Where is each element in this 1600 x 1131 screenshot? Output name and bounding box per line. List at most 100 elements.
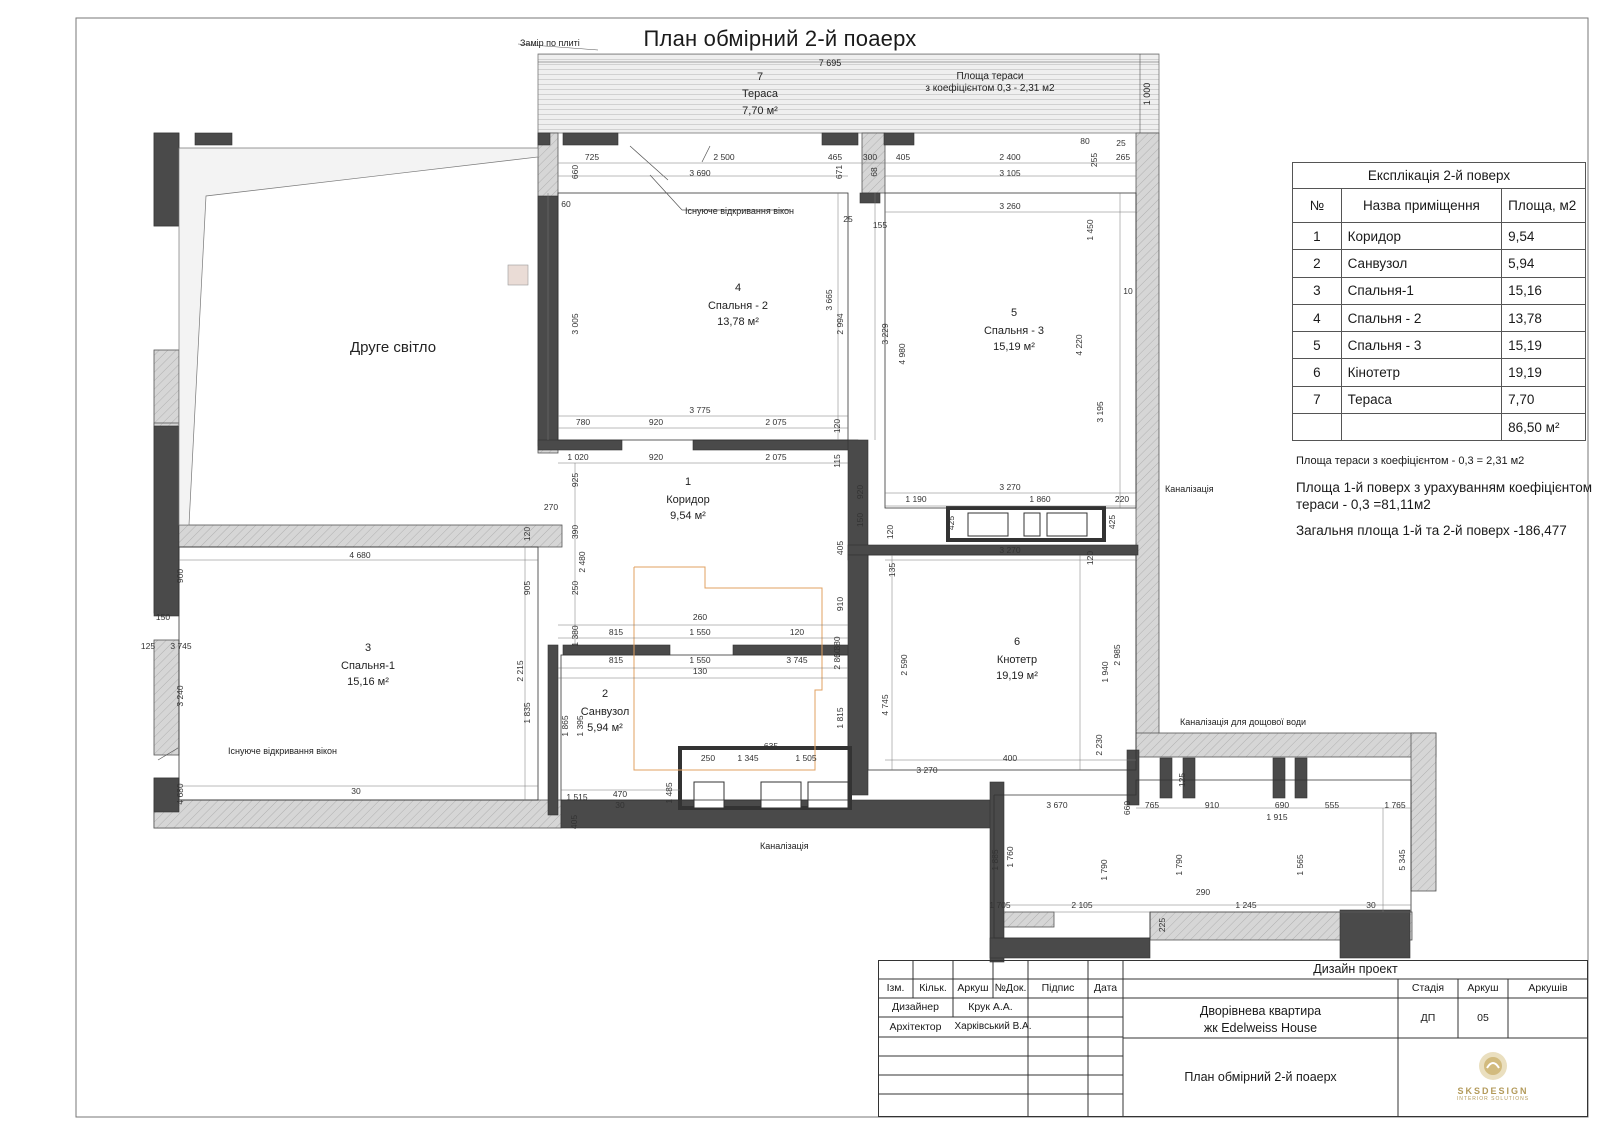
terrace-name: Тераса (742, 88, 779, 100)
dimension-label: 3 229 (880, 323, 890, 345)
dimension-label: 1 790 (1099, 859, 1109, 881)
dimension-label: 4 680 (175, 783, 185, 805)
dimension-label: 3 270 (916, 765, 938, 775)
dimension-label: 920 (649, 452, 663, 462)
table-cell: Кінотетр (1340, 358, 1503, 387)
dimension-label: 780 (576, 417, 590, 427)
dimension-label: 425 (1107, 515, 1117, 529)
dimension-label: 815 (609, 655, 623, 665)
dimension-label: 405 (896, 152, 910, 162)
drawing-sheet: Замір по плиті 7 695 7 Тераса 7,70 м² Пл… (0, 0, 1600, 1131)
dimension-label: 155 (873, 220, 887, 230)
room-number: 1 (685, 476, 691, 488)
dimension-label: 425 (946, 516, 956, 530)
table-cell: 2 (1292, 249, 1342, 278)
dimension-label: 30 (351, 786, 361, 796)
table-row: 6 Кінотетр 19,19 (1292, 358, 1586, 387)
dimension-label: 1 790 (1174, 854, 1184, 876)
table-cell (1340, 413, 1503, 442)
dimension-label: 405 (569, 815, 579, 829)
room-name: Спальня-1 (341, 660, 395, 672)
table-cell: 5,94 (1501, 249, 1586, 278)
room-name: Кнотетр (997, 654, 1037, 666)
table-cell: 7,70 (1501, 385, 1586, 415)
dimension-label: 125 (1177, 773, 1187, 787)
dimension-label: 900 (175, 569, 185, 583)
table-cell: 3 (1292, 276, 1342, 305)
room-name: Санвузол (581, 706, 630, 718)
dimension-label: 465 (828, 152, 842, 162)
dimension-label: 1 550 (689, 655, 711, 665)
room-number: 4 (735, 282, 741, 294)
table-cell: 6 (1292, 358, 1342, 387)
terrace-coef-line1: Площа тераси (956, 71, 1023, 82)
table-total-row: 86,50 м² (1292, 413, 1586, 442)
sewer-label-2: Каналізація (760, 841, 809, 851)
dimension-label: 1 020 (567, 452, 589, 462)
table-cell: 9,54 (1501, 221, 1586, 251)
table-cell: Тераса (1340, 385, 1503, 415)
dimension-label: 30 (1366, 900, 1376, 910)
stage-value: ДП (1420, 1012, 1436, 1024)
col-number-header: № (1292, 188, 1342, 223)
stamp-col-pidpys: Підпис (1041, 982, 1075, 994)
dimension-label: 3 270 (999, 545, 1021, 555)
dimension-label: 765 (1145, 800, 1159, 810)
window-opening-label-1: Існуюче відкривання вікон (685, 206, 794, 216)
table-cell: 13,78 (1501, 303, 1586, 333)
dimension-label: 1 765 (1384, 800, 1406, 810)
dimension-label: 25 (1116, 138, 1126, 148)
dimension-label: 1 705 (989, 900, 1011, 910)
dimension-label: 1 835 (522, 702, 532, 724)
walls-dark (153, 132, 1411, 963)
drawing-name: План обмірний 2-й поаерх (1184, 1070, 1337, 1084)
stamp-col-kilk: Кільк. (919, 982, 947, 994)
dimension-label: 1 915 (1266, 812, 1288, 822)
architect-name: Харківський В.А. (954, 1021, 1032, 1032)
dimension-label: 2 860 (832, 648, 842, 670)
dimension-label: 1 395 (575, 715, 585, 737)
col-name-header: Назва приміщення (1340, 188, 1503, 223)
dimension-label: 1 940 (1100, 661, 1110, 683)
table-cell: Санвузол (1340, 249, 1503, 278)
stamp-col-data: Дата (1093, 982, 1118, 994)
dimension-label: 910 (1205, 800, 1219, 810)
dimension-label: 265 (1116, 152, 1130, 162)
window-opening-label-2: Існуюче відкривання вікон (228, 746, 337, 756)
dimension-label: 120 (832, 419, 842, 433)
dimension-label: 80 (1080, 136, 1090, 146)
stage-label: Стадія (1411, 982, 1445, 994)
dimension-label: 1 485 (664, 782, 674, 804)
dimension-label: 3 260 (999, 201, 1021, 211)
dimension-label: 1 550 (689, 627, 711, 637)
table-row: 5 Спальня - 3 15,19 (1292, 331, 1586, 360)
table-cell: 4 (1292, 303, 1342, 333)
dimension-label: 3 270 (999, 482, 1021, 492)
table-cell: 15,16 (1501, 276, 1586, 305)
dimension-label: 555 (1325, 800, 1339, 810)
dimension-label: 3 195 (1095, 401, 1105, 423)
sheets-value (1508, 998, 1588, 1038)
dimension-label: 300 (863, 152, 877, 162)
dimension-label: 390 (570, 525, 580, 539)
dimension-label: 1 515 (566, 792, 588, 802)
table-cell: 1 (1292, 221, 1342, 251)
dimension-label: 635 (764, 741, 778, 751)
object-line2: жк Edelweiss House (1203, 1021, 1318, 1035)
logo-subtitle: INTERIOR SOLUTIONS (1456, 1096, 1530, 1102)
note-total: Загальня площа 1-й та 2-й поверх -186,47… (1296, 523, 1567, 538)
sheet-value: 05 (1477, 1012, 1489, 1024)
dimension-label: 1 885 (990, 849, 1000, 871)
table-row: 7 Тераса 7,70 (1292, 385, 1586, 415)
room-number: 5 (1011, 307, 1017, 319)
explication-caption: Експлікація 2-й поверх (1292, 162, 1586, 189)
dimension-label: 1 815 (835, 707, 845, 729)
dimension-label: 3 690 (689, 168, 711, 178)
dimension-label: 135 (887, 563, 897, 577)
dimension-label: 1 190 (905, 494, 927, 504)
table-cell: 7 (1292, 385, 1342, 415)
room-area: 19,19 м² (996, 670, 1038, 682)
sewer-label-1: Каналізація (1165, 484, 1214, 494)
title-block: Дизайн проект Ізм. Кільк. Аркуш №Док. Пі… (878, 960, 1588, 1117)
table-row: 2 Санвузол 5,94 (1292, 249, 1586, 278)
